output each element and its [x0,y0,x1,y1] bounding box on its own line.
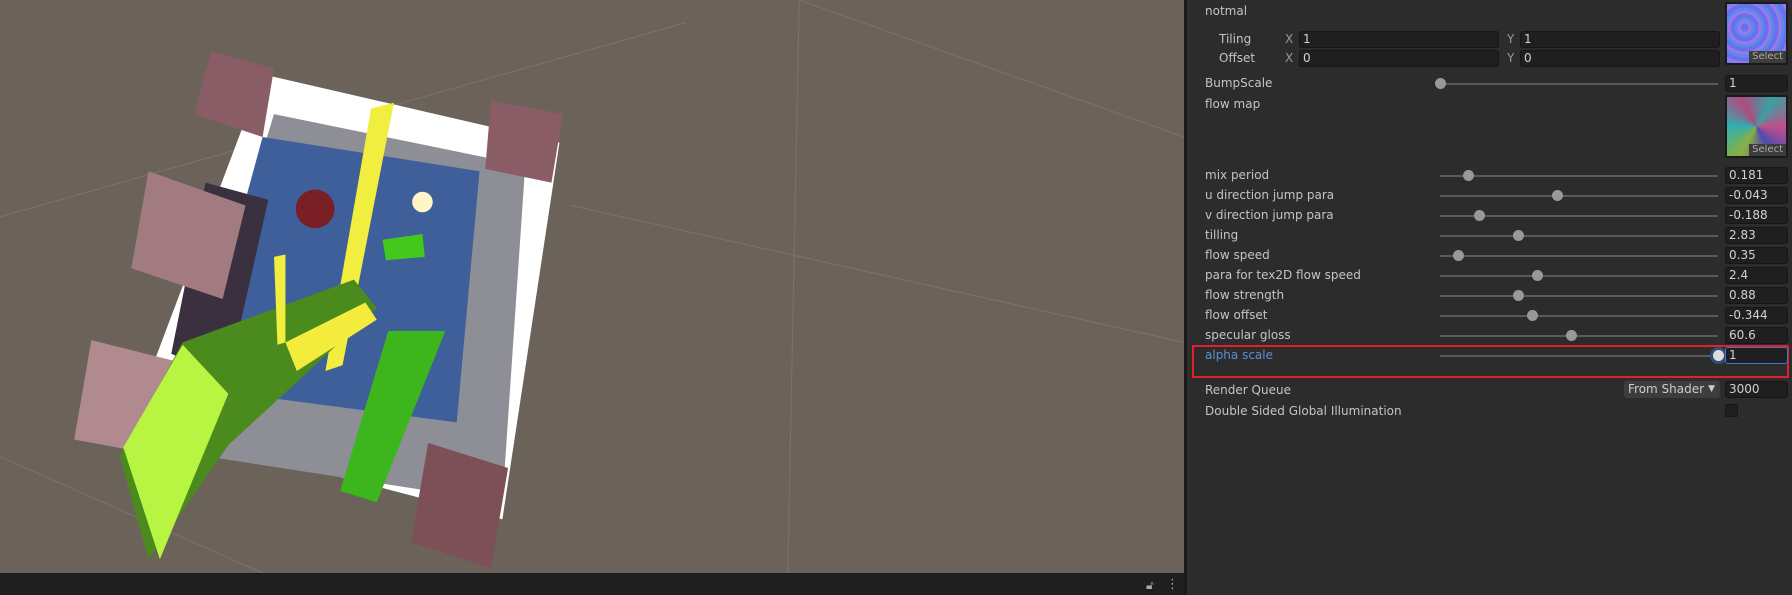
slider-label: v direction jump para [1205,208,1334,222]
dsgi-label: Double Sided Global Illumination [1205,404,1402,418]
slider-knob[interactable] [1532,270,1544,281]
tiling-label: Tiling [1219,32,1252,46]
slider-label: specular gloss [1205,328,1291,342]
flow-map-label: flow map [1205,97,1261,111]
slider-knob[interactable] [1526,310,1538,321]
flow-map-select-button[interactable]: Select [1749,144,1786,156]
slider-knob[interactable] [1473,210,1485,221]
alpha-scale-label: alpha scale [1205,348,1273,362]
slider-knob[interactable] [1713,350,1724,361]
slider-value-input[interactable]: 60.6 [1725,327,1788,344]
lock-icon[interactable]: 🔓︎ [1146,578,1154,593]
slider-track[interactable] [1440,210,1718,221]
slider-knob[interactable] [1462,170,1474,181]
render-queue-label: Render Queue [1205,383,1291,397]
alpha-scale-slider[interactable] [1440,350,1724,361]
render-queue-dropdown[interactable]: From Shader ▼ [1624,381,1720,398]
tiling-y-label: Y [1507,32,1515,46]
offset-y-input[interactable]: 0 [1520,50,1720,67]
offset-x-input[interactable]: 0 [1299,50,1499,67]
slider-value-input[interactable]: -0.344 [1725,307,1788,324]
slider-knob[interactable] [1453,250,1465,261]
offset-x-label: X [1285,51,1294,65]
slider-value-input[interactable]: 0.35 [1725,247,1788,264]
dropdown-arrow-icon: ▼ [1708,384,1715,394]
slider-label: flow strength [1205,288,1285,302]
alpha-scale-input[interactable]: 1 [1725,347,1788,364]
slider-track[interactable] [1440,170,1718,181]
slider-knob[interactable] [1565,330,1577,341]
offset-y-label: Y [1507,51,1515,65]
slider-label: mix period [1205,168,1270,182]
slider-track[interactable] [1440,290,1718,301]
offset-label: Offset [1219,51,1256,65]
render-queue-mode: From Shader [1628,382,1705,396]
more-icon[interactable]: ⋮ [1166,577,1179,592]
tiling-y-input[interactable]: 1 [1520,31,1720,48]
scene-view[interactable] [0,0,1184,573]
slider-track[interactable] [1440,190,1718,201]
slider-knob[interactable] [1512,230,1524,241]
slider-knob[interactable] [1512,290,1524,301]
bumpscale-slider[interactable] [1435,78,1718,89]
slider-value-input[interactable]: 0.88 [1725,287,1788,304]
tiling-x-input[interactable]: 1 [1299,31,1499,48]
dsgi-checkbox[interactable] [1725,404,1738,417]
slider-label: u direction jump para [1205,188,1335,202]
slider-value-input[interactable]: 2.4 [1725,267,1788,284]
slider-label: flow offset [1205,308,1268,322]
slider-knob[interactable] [1435,78,1446,89]
slider-track[interactable] [1440,250,1718,261]
slider-label: para for tex2D flow speed [1205,268,1361,282]
slider-value-input[interactable]: 0.181 [1725,167,1788,184]
bumpscale-label: BumpScale [1205,76,1273,90]
bumpscale-input[interactable]: 1 [1725,75,1788,92]
normal-map-label: notmal [1205,4,1248,18]
slider-label: tilling [1205,228,1239,242]
tiling-x-label: X [1285,32,1294,46]
render-queue-input[interactable]: 3000 [1725,381,1788,398]
flow-map-thumbnail[interactable]: Select [1725,95,1788,158]
slider-label: flow speed [1205,248,1270,262]
scene-bottom-bar: 🔓︎ ⋮ [0,573,1184,595]
light-icon [412,191,433,213]
slider-track[interactable] [1440,330,1718,341]
slider-track[interactable] [1440,310,1718,321]
slider-knob[interactable] [1551,190,1563,201]
highlight-box [1192,345,1789,378]
normal-map-select-button[interactable]: Select [1749,51,1786,63]
material-inspector: notmal Tiling Offset X X Y Y 1 1 0 0 Sel… [1187,0,1792,595]
slider-value-input[interactable]: 2.83 [1725,227,1788,244]
slider-track[interactable] [1440,270,1718,281]
slider-value-input[interactable]: -0.188 [1725,207,1788,224]
normal-map-thumbnail[interactable]: Select [1725,2,1788,65]
slider-value-input[interactable]: -0.043 [1725,187,1788,204]
slider-track[interactable] [1440,230,1718,241]
